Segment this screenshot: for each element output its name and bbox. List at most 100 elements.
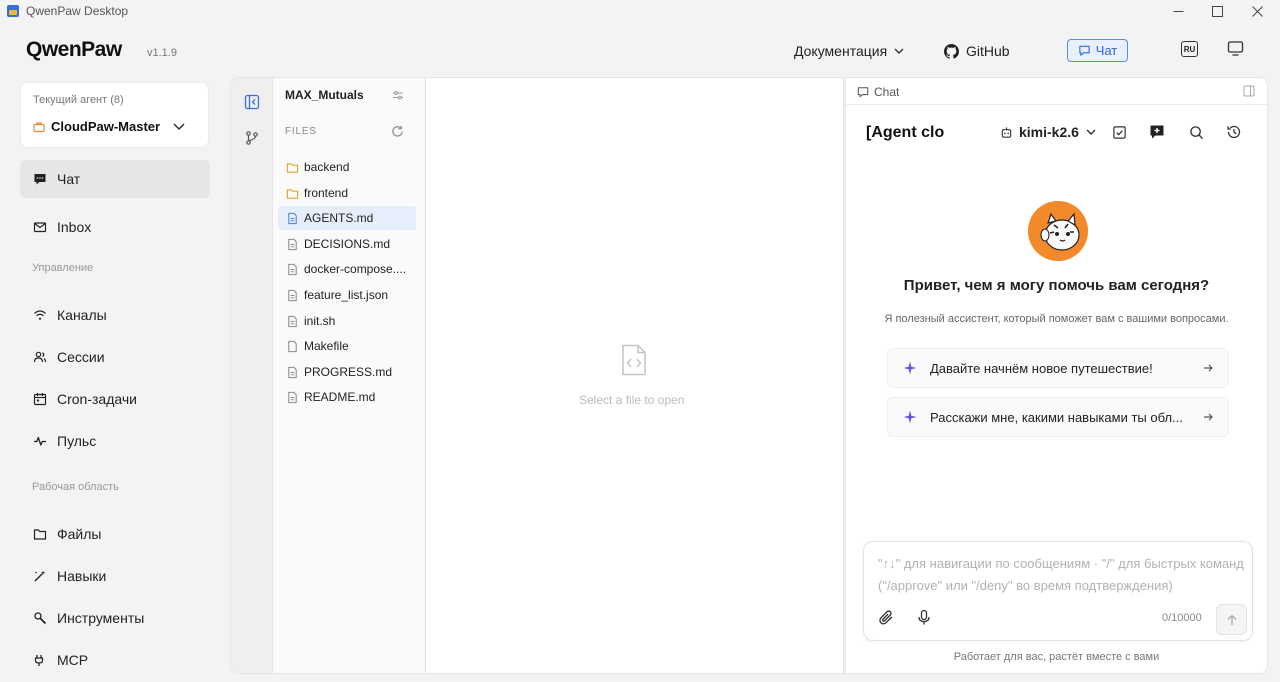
search-icon[interactable] [1187,123,1205,141]
chat-tab[interactable]: Chat [857,85,899,99]
sidebar-item-label: Сессии [57,349,105,365]
folder-icon [286,161,299,174]
file-tree-file[interactable]: PROGRESS.md [278,360,416,384]
maximize-button[interactable] [1198,0,1236,22]
sidebar-item-label: Inbox [57,219,92,235]
file-tree-file[interactable]: Makefile [278,334,416,358]
chevron-down-icon [171,118,187,134]
document-icon [286,391,299,404]
document-icon [286,340,299,353]
sidebar-item-inbox[interactable]: Inbox [20,208,210,246]
document-icon [286,289,299,302]
history-icon[interactable] [1225,123,1243,141]
chevron-down-icon [893,45,905,57]
files-section-label: FILES [285,126,317,137]
chat-subtitle: Я полезный ассистент, который поможет ва… [884,313,1229,325]
project-name: MAX_Mutuals [285,88,364,102]
app-logo: QwenPaw [26,38,122,61]
sidebar-item-pulse[interactable]: Пульс [20,422,210,460]
file-name: frontend [304,186,349,200]
document-icon [286,238,299,251]
sidebar-item-cron[interactable]: Cron-задачи [20,380,210,418]
panel-toggle-icon[interactable] [1243,85,1255,97]
collapse-panel-icon[interactable] [242,92,262,112]
app-version: v1.1.9 [147,47,177,59]
model-selector[interactable]: kimi-k2.6 [1000,124,1097,140]
users-icon [33,350,47,364]
file-name: PROGRESS.md [304,365,393,379]
chat-footer-note: Работает для вас, растёт вместе с вами [953,651,1160,663]
sidebar-item-label: Пульс [57,433,97,449]
github-link[interactable]: GitHub [944,40,1010,62]
edit-checkbox-icon[interactable] [1110,123,1128,141]
code-file-icon [620,344,648,376]
sidebar-item-mcp[interactable]: MCP [20,641,210,679]
wifi-icon [33,308,47,322]
window-title: QwenPaw Desktop [26,4,129,18]
sidebar-item-channels[interactable]: Каналы [20,296,210,334]
refresh-icon[interactable] [391,125,404,138]
section-header-workspace: Рабочая область [32,481,119,493]
file-tree-folder[interactable]: frontend [278,181,416,205]
git-branch-icon[interactable] [242,128,262,148]
new-chat-icon[interactable] [1148,123,1166,141]
suggestion-card[interactable]: Расскажи мне, какими навыками ты обл... [887,397,1229,437]
suggestion-text: Расскажи мне, какими навыками ты обл... [930,409,1183,425]
sparkle-icon [903,410,917,424]
arrow-right-icon [1202,411,1228,423]
file-tree-file[interactable]: README.md [278,385,416,409]
chat-greeting: Привет, чем я могу помочь вам сегодня? [903,277,1210,294]
calendar-icon [33,392,47,406]
arrow-up-icon [1226,614,1238,626]
language-switch-button[interactable]: RU [1181,41,1198,57]
file-tree-file-selected[interactable]: AGENTS.md [278,206,416,230]
file-tree-file[interactable]: docker-compose.... [278,257,416,281]
sidebar-item-label: Чат [57,171,81,187]
send-button[interactable] [1216,604,1247,635]
paperclip-icon[interactable] [878,609,895,626]
sidebar-item-label: Cron-задачи [57,391,137,407]
minimize-button[interactable] [1159,0,1197,22]
file-tree-file[interactable]: init.sh [278,309,416,333]
docs-menu[interactable]: Документация [794,40,905,62]
github-label: GitHub [966,43,1010,59]
monitor-icon[interactable] [1227,40,1244,57]
chat-bubble-icon [1078,44,1091,57]
message-input-box[interactable]: "↑↓" для навигации по сообщениям · "/" д… [863,541,1253,641]
sliders-icon[interactable] [392,89,404,101]
divider [846,104,1267,105]
agent-label: Текущий агент (8) [33,94,124,106]
chat-agent-title: [Agent clo [866,124,945,141]
sidebar-item-sessions[interactable]: Сессии [20,338,210,376]
assistant-avatar [1028,201,1088,261]
model-name: kimi-k2.6 [1019,124,1079,140]
sidebar-item-tools[interactable]: Инструменты [20,599,210,637]
suggestion-card[interactable]: Давайте начнём новое путешествие! [887,348,1229,388]
file-name: Makefile [304,339,349,353]
sparkle-icon [903,361,917,375]
agent-name-row: CloudPaw-Master [33,119,160,134]
file-tree-folder[interactable]: backend [278,155,416,179]
file-tree-file[interactable]: DECISIONS.md [278,232,416,256]
pulse-icon [33,434,47,448]
file-name: AGENTS.md [304,211,374,225]
sidebar-item-files[interactable]: Файлы [20,515,210,553]
robot-icon [1000,126,1013,139]
chat-bubble-icon [33,172,47,186]
document-icon [286,263,299,276]
close-button[interactable] [1238,0,1276,22]
document-icon [286,315,299,328]
agent-selector[interactable]: Текущий агент (8) CloudPaw-Master [20,82,209,148]
panel-icon-rail [230,77,273,674]
sidebar-item-skills[interactable]: Навыки [20,557,210,595]
file-name: DECISIONS.md [304,237,391,251]
chat-mode-button[interactable]: Чат [1067,39,1128,62]
sidebar-item-chat[interactable]: Чат [20,160,210,198]
microphone-icon[interactable] [916,609,932,626]
mail-icon [33,220,47,234]
file-tree-file[interactable]: feature_list.json [278,283,416,307]
message-input-placeholder[interactable]: "↑↓" для навигации по сообщениям · "/" д… [878,553,1248,597]
chat-mode-label: Чат [1095,43,1118,58]
chat-bubble-icon [857,86,869,98]
plug-icon [33,653,47,667]
